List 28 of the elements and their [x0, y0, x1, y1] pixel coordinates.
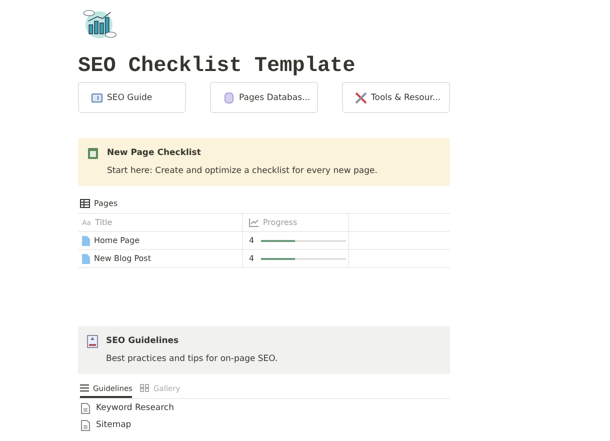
guideline-link[interactable]: Sitemap — [96, 420, 132, 430]
list-icon — [80, 384, 89, 392]
callout-text: Best practices and tips for on-page SEO. — [106, 353, 278, 365]
callout-title: SEO Guidelines — [106, 335, 180, 347]
table-icon — [80, 198, 90, 208]
book-icon — [91, 92, 103, 104]
progress-value: 4 — [249, 236, 255, 245]
page-link[interactable]: Tools & Resour... — [342, 82, 450, 113]
document-icon — [87, 147, 99, 160]
grid-icon — [140, 384, 150, 392]
page-link[interactable]: SEO Guide — [78, 82, 186, 113]
poster-icon — [87, 335, 98, 348]
guideline-link[interactable]: Keyword Research — [96, 403, 174, 413]
row-title[interactable]: New Blog Post — [94, 254, 151, 263]
column-header: Title — [95, 218, 112, 227]
page-link[interactable]: Pages Databas... — [210, 82, 318, 113]
database-icon — [223, 92, 235, 104]
page-title: SEO Checklist Template — [78, 54, 356, 80]
document-icon — [81, 402, 90, 414]
tools-icon — [355, 92, 367, 104]
callout-text: Start here: Create and optimize a checklist for every new page. — [107, 165, 378, 177]
database-title: Pages — [94, 198, 118, 208]
document-icon — [81, 420, 90, 430]
callout-title: New Page Checklist — [107, 147, 202, 159]
row-title[interactable]: Home Page — [94, 236, 140, 245]
line-chart-icon — [249, 218, 259, 227]
column-header: Progress — [263, 218, 298, 227]
progress-value: 4 — [249, 254, 255, 263]
